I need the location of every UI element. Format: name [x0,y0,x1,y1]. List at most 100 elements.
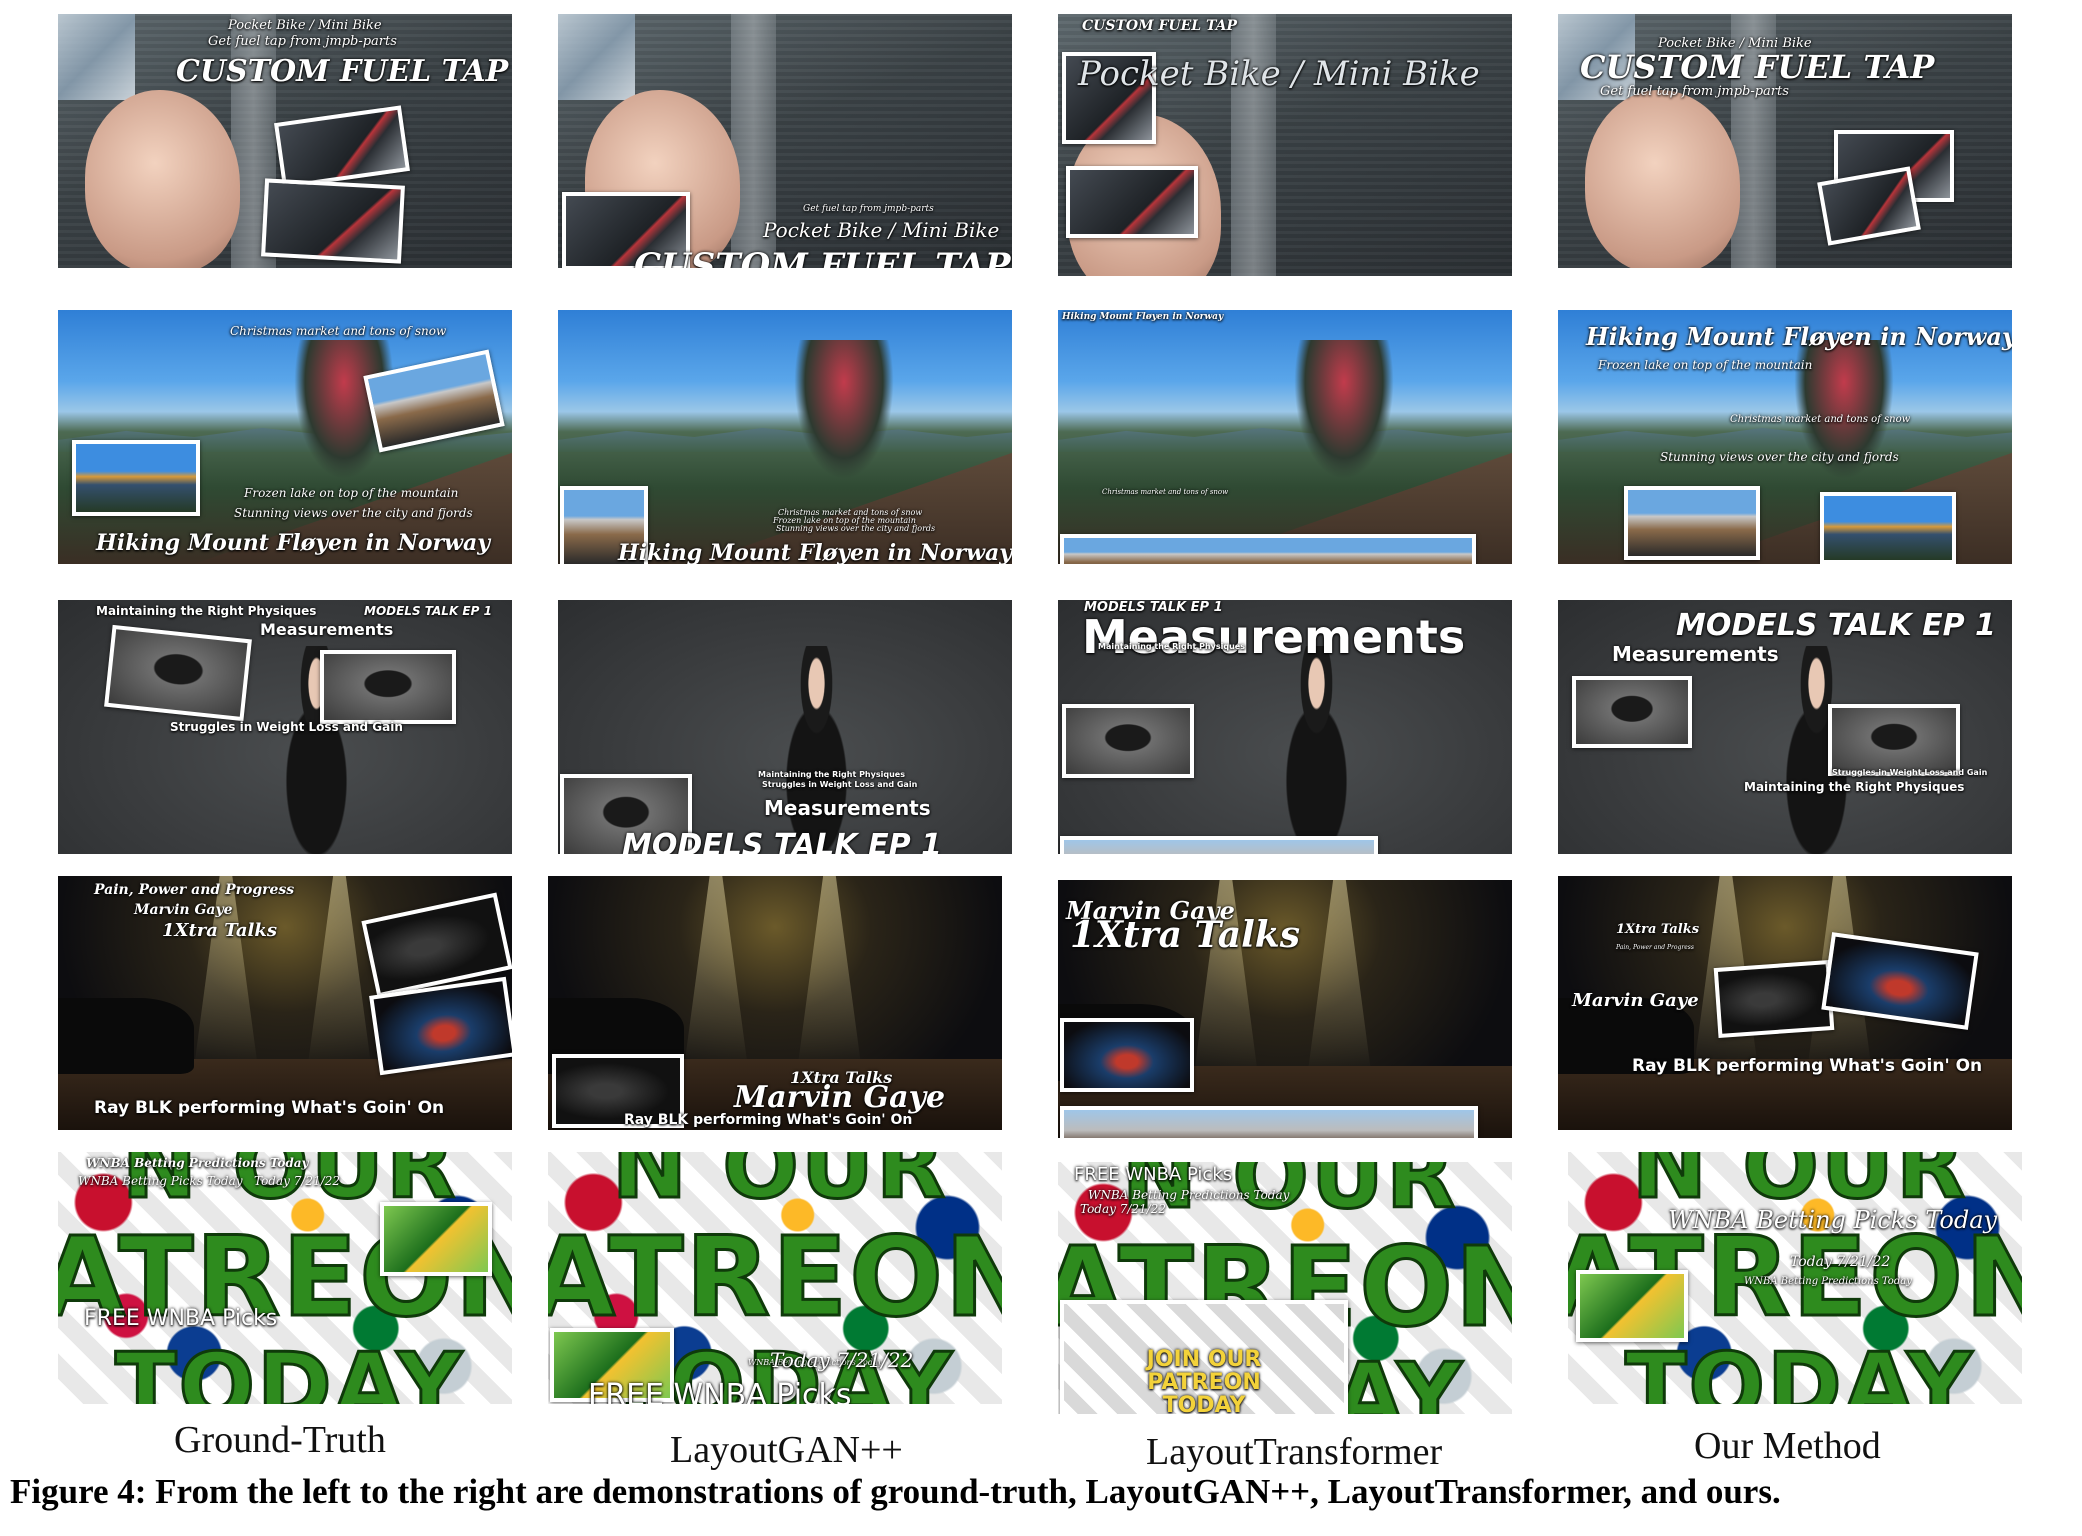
line-2: Struggles in Weight Loss and Gain [170,720,403,734]
inset-photo [1060,534,1476,564]
episode: MODELS TALK EP 1 [1676,608,1996,643]
heading: Measurements [1082,610,1466,664]
column-label-layoutgan: LayoutGAN++ [670,1429,903,1471]
background-word: TODAY [114,1334,464,1404]
line-1: Maintaining the Right Physiques [1098,642,1245,651]
subtitle: Get fuel tap from jmpb-parts [803,204,934,214]
thumb-wnba-ours: N OUR ATREON TODAY WNBA Betting Picks To… [1568,1152,2022,1404]
title: CUSTOM FUEL TAP [1082,18,1238,34]
mountain-ridge [558,427,1012,453]
thumb-wnba-ground-truth: N OUR ATREON TODAY WNBA Betting Predicti… [58,1152,512,1404]
subtitle: Get fuel tap from jmpb-parts [208,34,397,49]
thumb-hike-ground-truth: Christmas market and tons of snow Frozen… [58,310,512,564]
inset-photo [1060,836,1378,854]
performance: Ray BLK performing What's Goin' On [1632,1056,1983,1076]
inset-photo [1572,676,1692,748]
line-1: Pain, Power and Progress [94,882,295,898]
thumb-music-layoutgan: 1Xtra Talks Marvin Gaye Ray BLK performi… [548,876,1002,1130]
thumb-models-ground-truth: Maintaining the Right Physiques MODELS T… [58,600,512,854]
background-word: N OUR [610,1152,948,1219]
thumb-bike-layoutgan: Get fuel tap from jmpb-parts Pocket Bike… [558,14,1012,268]
line-1: WNBA Betting Predictions Today [86,1156,309,1170]
heading: Measurements [260,620,394,639]
artist: Marvin Gaye [734,1080,946,1115]
line-1: WNBA Betting Predictions Today [1744,1276,1912,1287]
piano [58,997,195,1075]
plastic-bag [58,14,136,101]
artist: Marvin Gaye [1572,990,1699,1011]
thumb-bike-layouttransformer: CUSTOM FUEL TAP Pocket Bike / Mini Bike [1058,14,1512,276]
subtitle: Get fuel tap from jmpb-parts [1600,84,1789,99]
line-1: Maintaining the Right Physiques [758,770,905,779]
line-1: Christmas market and tons of snow [1102,488,1229,496]
title: Hiking Mount Fløyen in Norway [96,530,491,556]
inset-photo [1820,492,1956,564]
column-label-layouttransformer: LayoutTransformer [1146,1431,1443,1473]
thumb-music-layouttransformer: Marvin Gaye 1Xtra Talks [1058,880,1512,1138]
inset-photo [1828,704,1960,776]
show: 1Xtra Talks [1070,914,1300,956]
stage-light [307,876,372,1067]
hiker [794,340,894,481]
thumb-hike-layouttransformer: Hiking Mount Fløyen in Norway Christmas … [1058,310,1512,564]
line-3: Stunning views over the city and fjords [776,524,936,533]
inset-photo [72,440,200,516]
thumb-models-ours: MODELS TALK EP 1 Measurements Struggles … [1558,600,2012,854]
date: Today 7/21/22 [254,1174,340,1188]
title: CUSTOM FUEL TAP [176,54,509,89]
thumb-bike-ours: Pocket Bike / Mini Bike CUSTOM FUEL TAP … [1558,14,2012,268]
model [762,645,872,854]
mountain-ridge [1558,427,2012,453]
line-1: Christmas market and tons of snow [1730,414,1911,425]
mountain-ridge [1058,427,1512,453]
inset-photo [1062,704,1194,778]
line-2: Struggles in Weight Loss and Gain [1832,768,1988,777]
series-title: Pocket Bike / Mini Bike [763,218,1000,242]
date: Today 7/21/22 [1790,1254,1891,1270]
date: Today 7/21/22 [770,1348,914,1372]
thumb-music-ground-truth: Pain, Power and Progress Marvin Gaye 1Xt… [58,876,512,1130]
episode: MODELS TALK EP 1 [364,604,492,618]
thumb-hike-layoutgan: Christmas market and tons of snow Frozen… [558,310,1012,564]
inset-photo [1713,960,1835,1038]
line-1: WNBA Betting Predictions Today [1088,1188,1290,1202]
inset-photo [380,1202,492,1276]
thumb-models-layoutgan: Maintaining the Right Physiques Struggle… [558,600,1012,854]
title: Hiking Mount Fløyen in Norway [1586,322,2012,351]
inset-photo [1066,166,1198,238]
stage-light [684,876,748,1067]
line-1: Pain, Power and Progress [1616,944,1694,951]
inset-photo [1576,1270,1688,1342]
thumb-bike-ground-truth: Pocket Bike / Mini Bike Get fuel tap fro… [58,14,512,268]
free-picks: FREE WNBA Picks [588,1378,852,1404]
series-title: Pocket Bike / Mini Bike [228,18,382,33]
show: 1Xtra Talks [1616,922,1700,937]
background-word: ATREON [548,1213,1002,1341]
inset-photo [1060,1106,1478,1138]
performance: Ray BLK performing What's Goin' On [624,1112,913,1128]
date: Today 7/21/22 [1080,1202,1166,1216]
line-1: Maintaining the Right Physiques [1744,780,1965,794]
title: Hiking Mount Fløyen in Norway [1062,312,1224,322]
thumb-wnba-layouttransformer: N OUR ATREON TODAY FREE WNBA Picks WNBA … [1058,1162,1512,1414]
hand [85,90,240,268]
model [1262,645,1372,854]
free-picks: FREE WNBA Picks [84,1306,278,1331]
stage-light [1307,880,1372,1074]
inset-photo [104,624,252,722]
inset-photo [1624,486,1760,560]
hand [1585,90,1740,268]
show: 1Xtra Talks [162,920,277,941]
title: CUSTOM FUEL TAP [1580,48,1935,86]
performance: Ray BLK performing What's Goin' On [94,1098,445,1118]
line-1: Christmas market and tons of snow [230,324,447,338]
column-label-ground-truth: Ground-Truth [174,1419,386,1461]
title: Hiking Mount Fløyen in Norway [618,540,1012,564]
figure-caption: Figure 4: From the left to the right are… [10,1472,1781,1511]
hiker [1294,340,1394,481]
thumb-wnba-layoutgan: N OUR ATREON TODAY WNBA Betting Predicti… [548,1152,1002,1404]
line-2: WNBA Betting Picks Today [78,1174,243,1188]
line-3: Stunning views over the city and fjords [234,506,473,520]
artist: Marvin Gaye [134,902,233,918]
background-word: N OUR [1630,1152,1968,1219]
